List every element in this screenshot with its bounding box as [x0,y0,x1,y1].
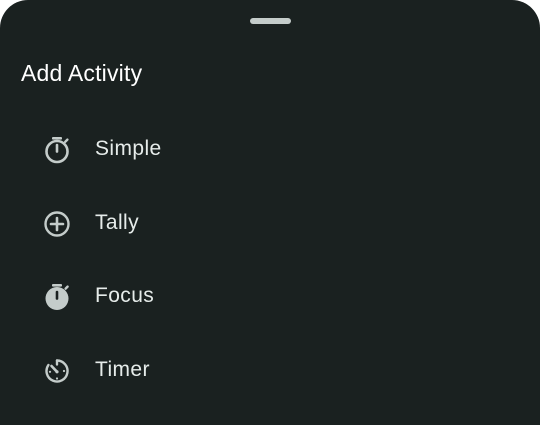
option-tally[interactable]: Tally [0,194,540,252]
timer-dial-icon [42,356,72,386]
drag-handle[interactable] [250,18,291,24]
option-timer[interactable]: Timer [0,341,540,399]
sheet-title: Add Activity [21,60,143,86]
add-activity-bottom-sheet: Add Activity Simple Tally Focus Timer [0,0,540,425]
option-label-focus: Focus [95,284,155,307]
option-label-tally: Tally [95,211,140,234]
option-simple[interactable]: Simple [0,120,540,178]
option-focus[interactable]: Focus [0,267,540,325]
add-circle-outline-icon [42,209,72,239]
option-label-simple: Simple [95,137,162,160]
option-label-timer: Timer [95,358,150,381]
stopwatch-outline-icon [42,135,72,165]
stopwatch-filled-icon [42,282,72,312]
